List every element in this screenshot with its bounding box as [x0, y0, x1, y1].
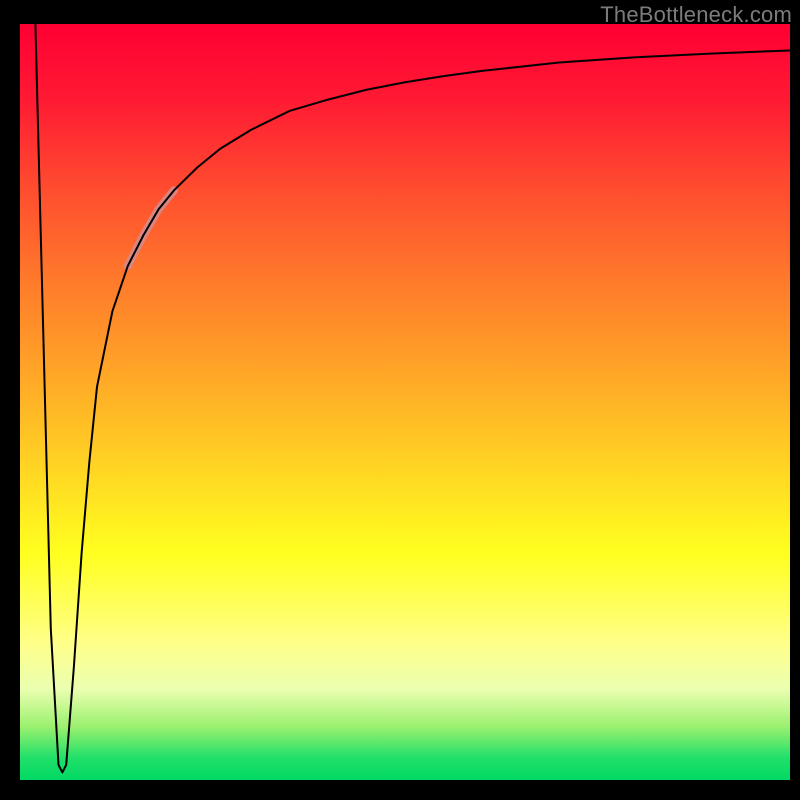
- main-curve-path: [35, 24, 790, 772]
- main-curve-group: [35, 24, 790, 772]
- watermark-text: TheBottleneck.com: [600, 2, 792, 28]
- highlight-segment-group: [128, 190, 174, 266]
- highlight-segment-path: [128, 190, 174, 266]
- chart-container: TheBottleneck.com: [0, 0, 800, 800]
- frame-right: [790, 0, 800, 800]
- frame-left: [0, 0, 20, 800]
- chart-svg: [20, 24, 790, 780]
- frame-bottom: [0, 780, 800, 800]
